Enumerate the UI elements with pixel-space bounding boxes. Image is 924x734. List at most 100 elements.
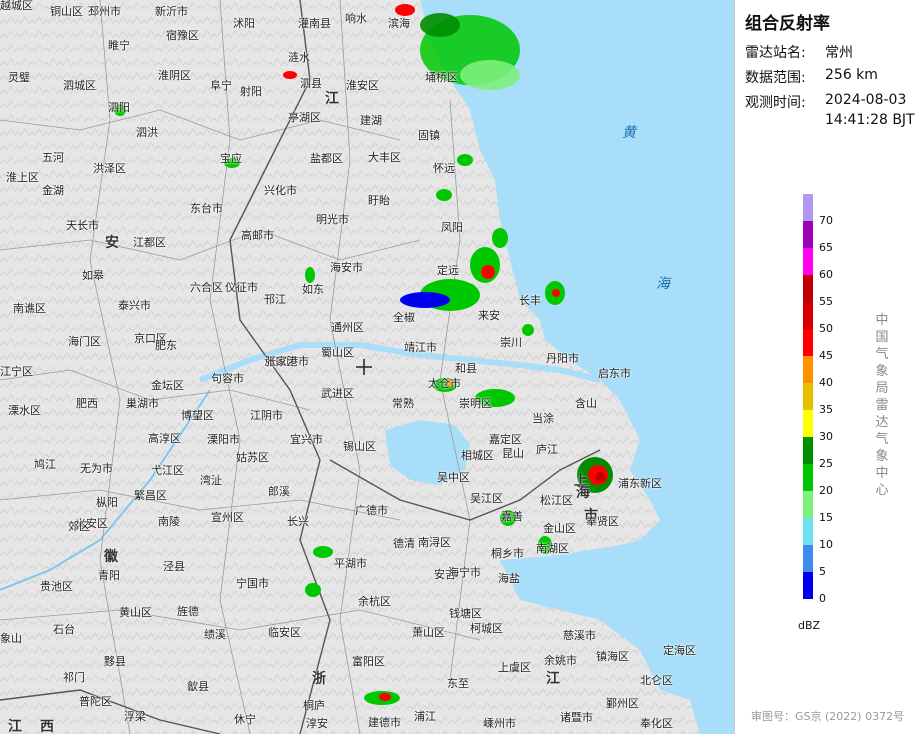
place-label: 铜山区 (50, 5, 83, 18)
legend-color-box (803, 194, 813, 221)
place-label: 郎溪 (268, 485, 290, 498)
place-label: 洪泽区 (93, 162, 126, 175)
place-label: 固镇 (418, 129, 440, 142)
place-label: 新沂市 (155, 5, 188, 18)
place-label: 黄山区 (119, 606, 152, 619)
place-label: 德清 (393, 537, 415, 550)
place-label: 如东 (302, 283, 324, 296)
place-label: 凤阳 (441, 221, 463, 234)
place-label: 张家港市 (265, 355, 309, 368)
place-label: 定海区 (663, 644, 696, 657)
place-label: 奉贤区 (586, 515, 619, 528)
place-label: 泗阳 (108, 101, 130, 114)
place-label: 松江区 (540, 494, 573, 507)
place-label: 绩溪 (204, 628, 226, 641)
place-label: 溧阳市 (207, 433, 240, 446)
place-label: 枞阳 (96, 496, 118, 509)
place-label: 锡山区 (343, 440, 376, 453)
legend-tick-label: 5 (819, 565, 826, 578)
place-label: 淮安区 (346, 79, 379, 92)
place-label: 昆山 (502, 447, 524, 460)
place-label: 海安市 (330, 261, 363, 274)
place-label: 射阳 (240, 85, 262, 98)
place-label: 泗城区 (63, 79, 96, 92)
legend-color-box (803, 356, 813, 383)
agency-label: 中国气象局雷达气象中心 (875, 313, 889, 498)
place-label: 如皋 (82, 269, 104, 282)
province-label: 徽 (104, 549, 118, 565)
range-label: 数据范围: (745, 70, 806, 86)
place-label: 宣州区 (211, 511, 244, 524)
legend-color-box (803, 329, 813, 356)
legend-color-box (803, 572, 813, 599)
place-label: 泗洪 (136, 126, 158, 139)
place-label: 旌德 (177, 605, 199, 618)
place-label: 浮梁 (124, 710, 146, 723)
time-label: 观测时间: (745, 95, 806, 111)
place-label: 鄞州区 (606, 697, 639, 710)
place-label: 崇明区 (459, 397, 492, 410)
place-label: 高淳区 (148, 432, 181, 445)
place-label: 泾县 (163, 560, 185, 573)
place-label: 石台 (53, 623, 75, 636)
place-label: 钱塘区 (449, 607, 482, 620)
province-label: 浙 (312, 671, 326, 687)
place-label: 余杭区 (358, 595, 391, 608)
place-label: 湾沚 (200, 474, 222, 487)
place-label: 淮阴区 (158, 69, 191, 82)
place-label: 平湖市 (334, 557, 367, 570)
place-label: 当涂 (532, 412, 554, 425)
place-label: 金山区 (543, 522, 576, 535)
place-label: 高邮市 (241, 229, 274, 242)
place-label: 宝应 (220, 152, 242, 165)
place-label: 余姚市 (544, 654, 577, 667)
legend-tick-label: 35 (819, 403, 833, 416)
time-value-date: 2024-08-03 (825, 92, 907, 108)
legend-tick-label: 0 (819, 592, 826, 605)
place-label: 宜兴市 (290, 433, 323, 446)
place-label: 诸暨市 (560, 711, 593, 724)
place-label: 武进区 (321, 387, 354, 400)
place-label: 淳安 (306, 717, 328, 730)
legend-color-box (803, 518, 813, 545)
legend-tick-label: 30 (819, 430, 833, 443)
panel-title: 组合反射率 (745, 14, 830, 34)
place-label: 青阳 (98, 569, 120, 582)
place-label: 普陀区 (79, 695, 112, 708)
place-label: 肥东 (155, 339, 177, 352)
place-label: 无为市 (80, 462, 113, 475)
legend-color-box (803, 545, 813, 572)
place-label: 镇海区 (596, 650, 629, 663)
place-label: 庐江 (536, 443, 558, 456)
place-label: 桐庐 (303, 699, 325, 712)
place-label: 含山 (575, 397, 597, 410)
place-label: 邗江 (264, 293, 286, 306)
legend-tick-label: 10 (819, 538, 833, 551)
place-label: 金坛区 (151, 379, 184, 392)
legend-tick-label: 65 (819, 241, 833, 254)
province-label: 西 (40, 719, 54, 734)
place-label: 郊区 (68, 520, 90, 533)
place-label: 全椒 (393, 311, 415, 324)
place-label: 越城区 (0, 0, 33, 12)
place-label: 宿豫区 (166, 29, 199, 42)
place-label: 五河 (42, 151, 64, 164)
place-label: 柯城区 (470, 622, 503, 635)
place-label: 盱眙 (368, 194, 390, 207)
place-label: 丹阳市 (546, 352, 579, 365)
legend-color-box (803, 464, 813, 491)
place-label: 长兴 (287, 515, 309, 528)
province-label: 江 (325, 91, 339, 107)
place-label: 黟县 (104, 655, 126, 668)
legend-unit: dBZ (798, 619, 821, 632)
place-label: 定远 (437, 264, 459, 277)
radar-map[interactable]: 黄 海 安 江 徽 浙 江 江 西 上 海 市 铜山区 邳州市 新沂市 沭阳 灌南县 响水… (0, 0, 734, 734)
place-label: 响水 (345, 12, 367, 25)
place-label: 上虞区 (498, 661, 531, 674)
place-label: 贵池区 (40, 580, 73, 593)
place-label: 巢湖市 (126, 397, 159, 410)
station-value: 常州 (825, 45, 853, 61)
place-label: 歙县 (187, 680, 209, 693)
legend-tick-label: 25 (819, 457, 833, 470)
place-label: 泰兴市 (118, 299, 151, 312)
